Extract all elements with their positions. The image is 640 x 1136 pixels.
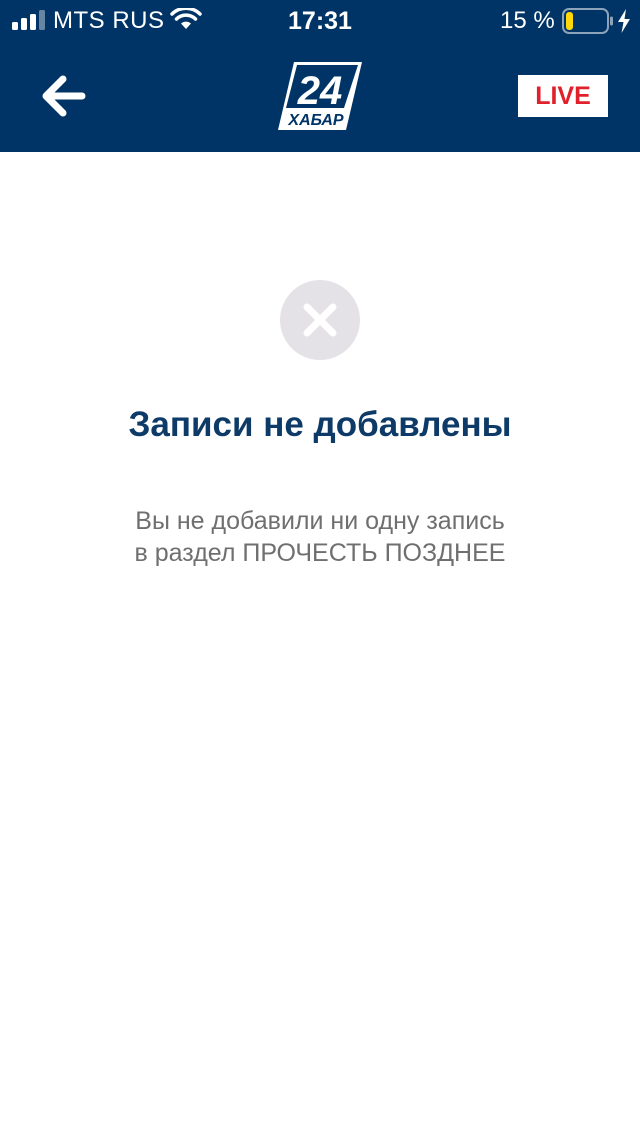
logo-name: ХАБАР — [287, 112, 344, 129]
logo-number: 24 — [297, 69, 343, 113]
arrow-left-icon — [42, 75, 86, 117]
empty-state-title: Записи не добавлены — [128, 405, 512, 444]
close-circle-icon — [280, 280, 360, 360]
charging-bolt-icon — [618, 9, 630, 33]
battery-percent: 15 % — [500, 7, 555, 34]
status-bar: MTS RUS 17:31 15 % — [0, 0, 640, 40]
empty-state-message: Вы не добавили ни одну запись в раздел П… — [134, 507, 506, 567]
battery-icon — [562, 8, 613, 34]
back-button[interactable] — [30, 66, 100, 126]
live-button[interactable]: LIVE — [518, 75, 608, 117]
khabar-24-logo: 24 ХАБАР — [278, 62, 362, 130]
